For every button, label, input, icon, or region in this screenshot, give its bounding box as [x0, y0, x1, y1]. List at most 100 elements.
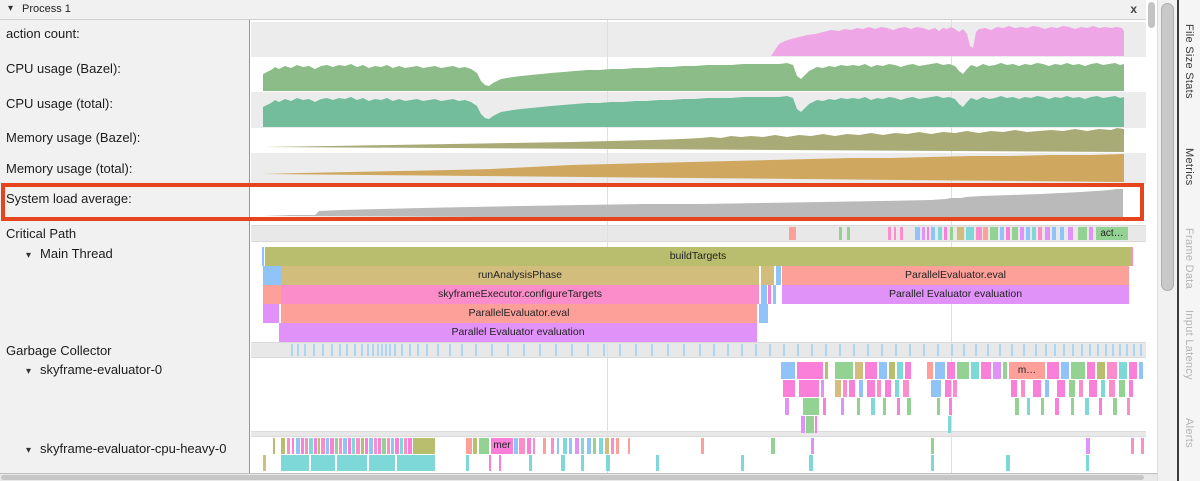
- trace-slice[interactable]: [1131, 438, 1134, 454]
- trace-slice[interactable]: [365, 438, 368, 454]
- trace-slice[interactable]: [1020, 227, 1024, 240]
- trace-slice[interactable]: [783, 380, 795, 397]
- trace-slice[interactable]: [404, 438, 407, 454]
- trace-slice[interactable]: [806, 416, 814, 433]
- gc-event-tick[interactable]: [797, 344, 799, 356]
- trace-slice[interactable]: [785, 398, 789, 415]
- trace-slice[interactable]: [489, 455, 491, 471]
- trace-slice[interactable]: [656, 455, 659, 471]
- gc-event-tick[interactable]: [313, 344, 315, 356]
- gc-event-tick[interactable]: [713, 344, 715, 356]
- trace-slice[interactable]: [773, 285, 776, 304]
- gc-event-tick[interactable]: [1035, 344, 1037, 356]
- trace-slice[interactable]: [311, 455, 335, 471]
- inner-vertical-scrollbar[interactable]: [1146, 0, 1157, 473]
- gc-event-tick[interactable]: [555, 344, 557, 356]
- trace-slice[interactable]: [983, 227, 988, 240]
- track-cpu-total[interactable]: [251, 92, 1146, 128]
- trace-slice[interactable]: [1060, 227, 1064, 240]
- gc-event-tick[interactable]: [297, 344, 299, 356]
- trace-slice[interactable]: [262, 247, 264, 266]
- trace-slice[interactable]: [1033, 380, 1041, 397]
- trace-slice[interactable]: [809, 455, 813, 471]
- trace-slice[interactable]: [953, 380, 957, 397]
- trace-slice[interactable]: [1119, 362, 1127, 379]
- gc-event-tick[interactable]: [783, 344, 785, 356]
- collapse-triangle-icon[interactable]: ▾: [26, 366, 31, 377]
- trace-slice[interactable]: [543, 438, 546, 454]
- tab-frame-data[interactable]: Frame Data: [1183, 228, 1195, 289]
- trace-slice[interactable]: [352, 438, 355, 454]
- gc-event-tick[interactable]: [1023, 344, 1025, 356]
- horizontal-scrollbar-thumb[interactable]: [1, 475, 1144, 480]
- gc-event-tick[interactable]: [1045, 344, 1047, 356]
- trace-slice[interactable]: [1012, 227, 1018, 240]
- trace-slice[interactable]: [1086, 438, 1090, 454]
- trace-slice[interactable]: [382, 438, 386, 454]
- trace-slice[interactable]: m…: [1009, 362, 1045, 379]
- trace-slice[interactable]: [397, 455, 435, 471]
- trace-slice[interactable]: [957, 362, 969, 379]
- trace-slice[interactable]: [945, 380, 951, 397]
- gc-event-tick[interactable]: [331, 344, 333, 356]
- trace-slice[interactable]: [1027, 398, 1030, 415]
- gc-event-tick[interactable]: [635, 344, 637, 356]
- gc-event-tick[interactable]: [385, 344, 387, 356]
- trace-slice[interactable]: [339, 438, 342, 454]
- trace-slice[interactable]: [479, 438, 489, 454]
- trace-slice[interactable]: [867, 380, 875, 397]
- trace-slice[interactable]: [931, 455, 934, 471]
- trace-slice[interactable]: [877, 380, 881, 397]
- trace-slice[interactable]: [1045, 227, 1050, 240]
- gc-event-tick[interactable]: [491, 344, 493, 356]
- trace-slice[interactable]: [957, 227, 964, 240]
- trace-slice[interactable]: [1038, 227, 1042, 240]
- gc-event-tick[interactable]: [987, 344, 989, 356]
- gc-event-tick[interactable]: [401, 344, 403, 356]
- sys_load-area-chart[interactable]: [251, 183, 1146, 221]
- trace-slice[interactable]: [803, 398, 819, 415]
- trace-slice[interactable]: [776, 266, 781, 285]
- gc-event-tick[interactable]: [651, 344, 653, 356]
- trace-slice[interactable]: [330, 438, 334, 454]
- gc-event-tick[interactable]: [377, 344, 379, 356]
- trace-slice[interactable]: [1006, 227, 1010, 240]
- trace-slice[interactable]: [1131, 247, 1133, 266]
- trace-slice[interactable]: [815, 416, 817, 433]
- trace-slice[interactable]: [335, 438, 338, 454]
- gc-event-tick[interactable]: [449, 344, 451, 356]
- gc-event-tick[interactable]: [741, 344, 743, 356]
- trace-slice[interactable]: [1055, 398, 1059, 415]
- trace-slice[interactable]: [321, 438, 325, 454]
- trace-slice[interactable]: mer: [491, 438, 513, 454]
- trace-slice[interactable]: [605, 438, 609, 454]
- track-skyframe-evaluator-0[interactable]: m…: [251, 358, 1146, 433]
- trace-slice[interactable]: [1107, 362, 1117, 379]
- trace-slice[interactable]: [835, 362, 853, 379]
- trace-slice[interactable]: buildTargets: [265, 247, 1131, 266]
- gc-event-tick[interactable]: [667, 344, 669, 356]
- trace-slice[interactable]: [931, 438, 934, 454]
- gc-event-tick[interactable]: [354, 344, 356, 356]
- trace-slice[interactable]: [1021, 380, 1025, 397]
- gc-event-tick[interactable]: [291, 344, 293, 356]
- trace-slice[interactable]: [1068, 227, 1073, 240]
- gc-event-tick[interactable]: [1126, 344, 1128, 356]
- trace-slice[interactable]: [927, 227, 929, 240]
- gc-event-tick[interactable]: [361, 344, 363, 356]
- outer-vertical-scrollbar[interactable]: [1157, 0, 1177, 481]
- trace-slice[interactable]: [587, 438, 591, 454]
- trace-slice[interactable]: [1015, 398, 1019, 415]
- trace-slice[interactable]: [387, 438, 390, 454]
- trace-slice[interactable]: act…: [1096, 227, 1128, 240]
- gc-event-tick[interactable]: [727, 344, 729, 356]
- timeline-canvas[interactable]: act… buildTargetsrunAnalysisPhaseParalle…: [251, 20, 1146, 473]
- trace-slice[interactable]: [263, 266, 281, 285]
- tab-alerts[interactable]: Alerts: [1183, 418, 1195, 448]
- trace-slice[interactable]: [606, 455, 610, 471]
- gc-event-tick[interactable]: [437, 344, 439, 356]
- trace-slice[interactable]: [1052, 227, 1056, 240]
- gc-event-tick[interactable]: [1133, 344, 1135, 356]
- trace-slice[interactable]: [938, 227, 942, 240]
- gc-event-tick[interactable]: [881, 344, 883, 356]
